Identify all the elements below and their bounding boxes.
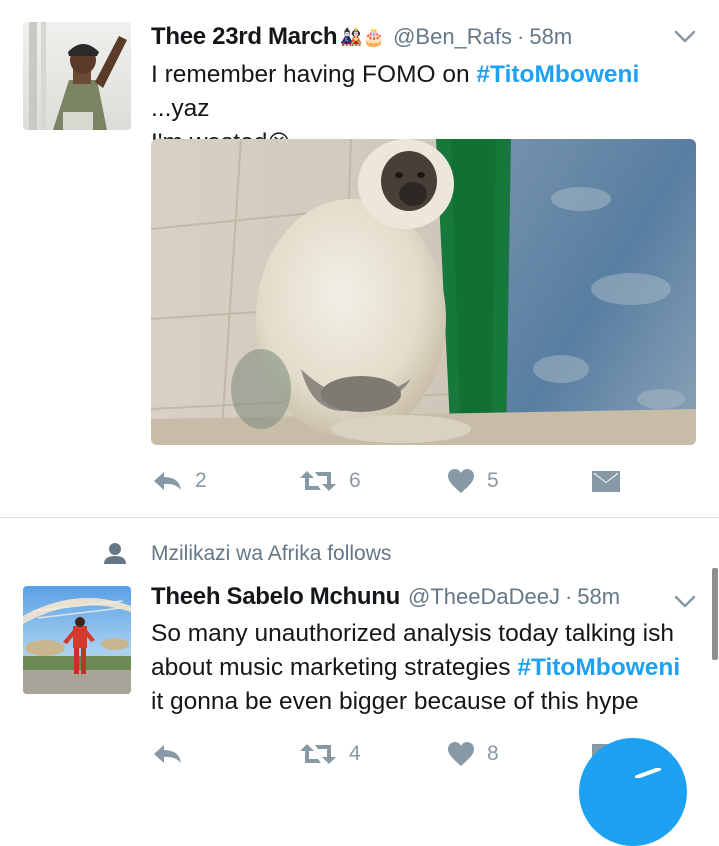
like-button[interactable]: 5 (447, 464, 499, 498)
hashtag-link[interactable]: #TitoMboweni (476, 61, 639, 88)
reply-icon (154, 745, 181, 763)
compose-feather-icon (635, 768, 661, 778)
avatar[interactable] (23, 586, 131, 694)
retweet-icon (300, 471, 336, 491)
avatar-photo (23, 22, 131, 130)
like-count: 5 (487, 469, 499, 492)
envelope-icon (592, 471, 620, 492)
tweet-text: So many unauthorized analysis today talk… (151, 620, 681, 715)
social-context: Mzilikazi wa Afrika follows (0, 539, 719, 569)
social-context-text[interactable]: Mzilikazi wa Afrika follows (151, 539, 391, 569)
timestamp[interactable]: 58m (529, 24, 572, 50)
reply-count: 2 (195, 469, 207, 492)
avatar[interactable] (23, 22, 131, 130)
retweet-button[interactable]: 4 (299, 737, 361, 771)
reply-icon (154, 472, 181, 490)
tweet-divider (0, 517, 719, 518)
heart-icon (448, 742, 474, 766)
tweet-header: Thee 23rd March 🎎🎂 @Ben_Rafs · 58m (151, 20, 572, 54)
separator-dot: · (517, 24, 525, 49)
handle[interactable]: @TheeDaDeeJ (408, 584, 560, 610)
name-emoji: 🎎🎂 (340, 26, 386, 48)
tweet-header: Theeh Sabelo Mchunu @TheeDaDeeJ · 58m (151, 580, 620, 614)
retweet-count: 4 (349, 742, 361, 765)
direct-message-button[interactable] (591, 464, 621, 498)
display-name[interactable]: Theeh Sabelo Mchunu (151, 583, 400, 611)
reply-button[interactable]: 2 (151, 464, 207, 498)
tweet-actions: 2 6 5 (151, 464, 671, 498)
retweet-button[interactable]: 6 (299, 464, 361, 498)
person-icon (104, 543, 126, 564)
retweet-icon (300, 744, 336, 764)
avatar-photo (23, 586, 131, 694)
display-name[interactable]: Thee 23rd March (151, 23, 338, 51)
compose-tweet-button[interactable] (579, 738, 687, 846)
tweet[interactable]: Thee 23rd March 🎎🎂 @Ben_Rafs · 58m I rem… (0, 0, 719, 518)
separator-dot: · (564, 584, 573, 609)
like-button[interactable]: 8 (447, 737, 499, 771)
tweet-media[interactable] (151, 139, 696, 445)
chevron-down-icon[interactable] (674, 30, 696, 44)
reply-button[interactable] (151, 737, 195, 771)
retweet-count: 6 (349, 469, 361, 492)
hashtag-link[interactable]: #TitoMboweni (517, 654, 680, 681)
chevron-down-icon[interactable] (674, 595, 696, 609)
scrollbar[interactable] (712, 568, 718, 660)
like-count: 8 (487, 742, 499, 765)
timestamp[interactable]: 58m (577, 584, 620, 610)
handle[interactable]: @Ben_Rafs (393, 24, 512, 50)
heart-icon (448, 469, 474, 493)
photo-monkey-icon (151, 139, 696, 445)
